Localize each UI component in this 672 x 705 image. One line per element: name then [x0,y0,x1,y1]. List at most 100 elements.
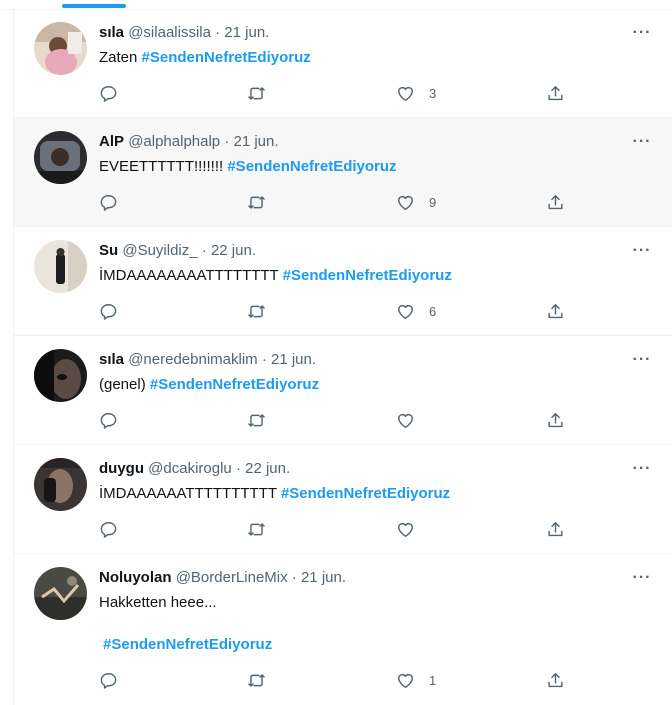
like-button[interactable] [396,409,429,431]
tweet-date[interactable]: 22 jun. [211,242,256,259]
more-icon[interactable]: ··· [632,134,652,157]
tweet-text: Zaten #SendenNefretEdiyoruz [99,48,311,68]
retweet-button[interactable] [247,300,266,322]
display-name[interactable]: sıla [99,351,124,368]
retweet-button[interactable] [247,191,266,213]
tweet-text-plain: (genel) [99,376,146,393]
tweet[interactable]: Su @Suyildiz_ · 22 jun. ··· İMDAAAAAAAAT… [14,227,672,336]
reply-button[interactable] [99,669,118,691]
heart-icon [398,195,413,210]
like-button[interactable]: 9 [396,191,436,213]
like-button[interactable] [396,518,429,540]
tweet-date[interactable]: 21 jun. [301,569,346,586]
reply-button[interactable] [99,191,118,213]
tweet-header: sıla @silaalissila · 21 jun. [99,23,269,43]
like-button[interactable]: 3 [396,82,436,104]
heart-icon [398,304,413,319]
like-count: 1 [429,672,437,688]
tweet-actions: 9 [99,191,569,213]
user-handle[interactable]: @Suyildiz_ [122,242,197,259]
more-icon[interactable]: ··· [632,25,652,48]
more-icon[interactable]: ··· [632,570,652,593]
share-button[interactable] [546,300,565,322]
share-button[interactable] [546,409,565,431]
separator: · [261,351,267,368]
retweet-button[interactable] [247,518,266,540]
share-button[interactable] [546,191,565,213]
tweet-hashtag-line: #SendenNefretEdiyoruz [103,635,272,655]
tweet-actions: 1 [99,669,569,691]
tweet[interactable]: sıla @silaalissila · 21 jun. ··· Zaten #… [14,10,672,118]
avatar[interactable] [34,131,87,184]
user-handle[interactable]: @alphalphalp [128,133,220,150]
share-icon [548,194,563,209]
retweet-icon [248,413,265,427]
hashtag-link[interactable]: #SendenNefretEdiyoruz [142,49,311,66]
heart-icon [398,673,413,688]
display-name[interactable]: sıla [99,24,124,41]
reply-button[interactable] [99,518,118,540]
share-icon [548,521,563,536]
like-count: 9 [429,194,437,210]
like-count: 6 [429,303,437,319]
avatar[interactable] [34,458,87,511]
display-name[interactable]: Su [99,242,118,259]
avatar[interactable] [34,240,87,293]
more-icon[interactable]: ··· [632,352,652,375]
user-handle[interactable]: @dcakiroglu [148,460,232,477]
separator: · [291,569,297,586]
tweet[interactable]: AlP @alphalphalp · 21 jun. ··· EVEETTTTT… [14,118,672,227]
separator: · [201,242,207,259]
share-icon [548,672,563,687]
tweet-text-plain: Zaten [99,49,138,66]
retweet-button[interactable] [247,82,266,104]
like-count: 3 [429,85,437,101]
tweet-text: (genel) #SendenNefretEdiyoruz [99,375,319,395]
tweet-header: sıla @neredebnimaklim · 21 jun. [99,350,316,370]
tweet[interactable]: sıla @neredebnimaklim · 21 jun. ··· (gen… [14,336,672,445]
avatar[interactable] [34,567,87,620]
user-handle[interactable]: @silaalissila [128,24,211,41]
avatar[interactable] [34,349,87,402]
display-name[interactable]: AlP [99,133,124,150]
hashtag-link[interactable]: #SendenNefretEdiyoruz [103,636,272,653]
like-button[interactable]: 6 [396,300,436,322]
share-icon [548,303,563,318]
reply-button[interactable] [99,409,118,431]
heart-icon [398,522,413,537]
tweet-date[interactable]: 22 jun. [245,460,290,477]
tweet-actions: 6 [99,300,569,322]
user-handle[interactable]: @BorderLineMix [176,569,288,586]
user-handle[interactable]: @neredebnimaklim [128,351,257,368]
reply-button[interactable] [99,82,118,104]
share-button[interactable] [546,82,565,104]
tweet-text: Hakketten heee... [99,593,217,613]
reply-button[interactable] [99,300,118,322]
tweet-header: Noluyolan @BorderLineMix · 21 jun. [99,568,346,588]
more-icon[interactable]: ··· [632,461,652,484]
share-button[interactable] [546,669,565,691]
separator: · [224,133,230,150]
tweet-date[interactable]: 21 jun. [271,351,316,368]
tweet[interactable]: Noluyolan @BorderLineMix · 21 jun. ··· H… [14,554,672,705]
tweet[interactable]: duygu @dcakiroglu · 22 jun. ··· İMDAAAAA… [14,445,672,554]
avatar[interactable] [34,22,87,75]
tweet-actions [99,409,569,431]
display-name[interactable]: Noluyolan [99,569,172,586]
more-icon[interactable]: ··· [632,243,652,266]
tweet-date[interactable]: 21 jun. [234,133,279,150]
tweet-date[interactable]: 21 jun. [224,24,269,41]
retweet-button[interactable] [247,669,266,691]
display-name[interactable]: duygu [99,460,144,477]
like-button[interactable]: 1 [396,669,436,691]
tweet-actions [99,518,569,540]
hashtag-link[interactable]: #SendenNefretEdiyoruz [227,158,396,175]
hashtag-link[interactable]: #SendenNefretEdiyoruz [150,376,319,393]
tweet-header: Su @Suyildiz_ · 22 jun. [99,241,256,261]
hashtag-link[interactable]: #SendenNefretEdiyoruz [281,485,450,502]
hashtag-link[interactable]: #SendenNefretEdiyoruz [283,267,452,284]
heart-icon [398,86,413,101]
share-button[interactable] [546,518,565,540]
retweet-button[interactable] [247,409,266,431]
retweet-icon [248,86,265,100]
